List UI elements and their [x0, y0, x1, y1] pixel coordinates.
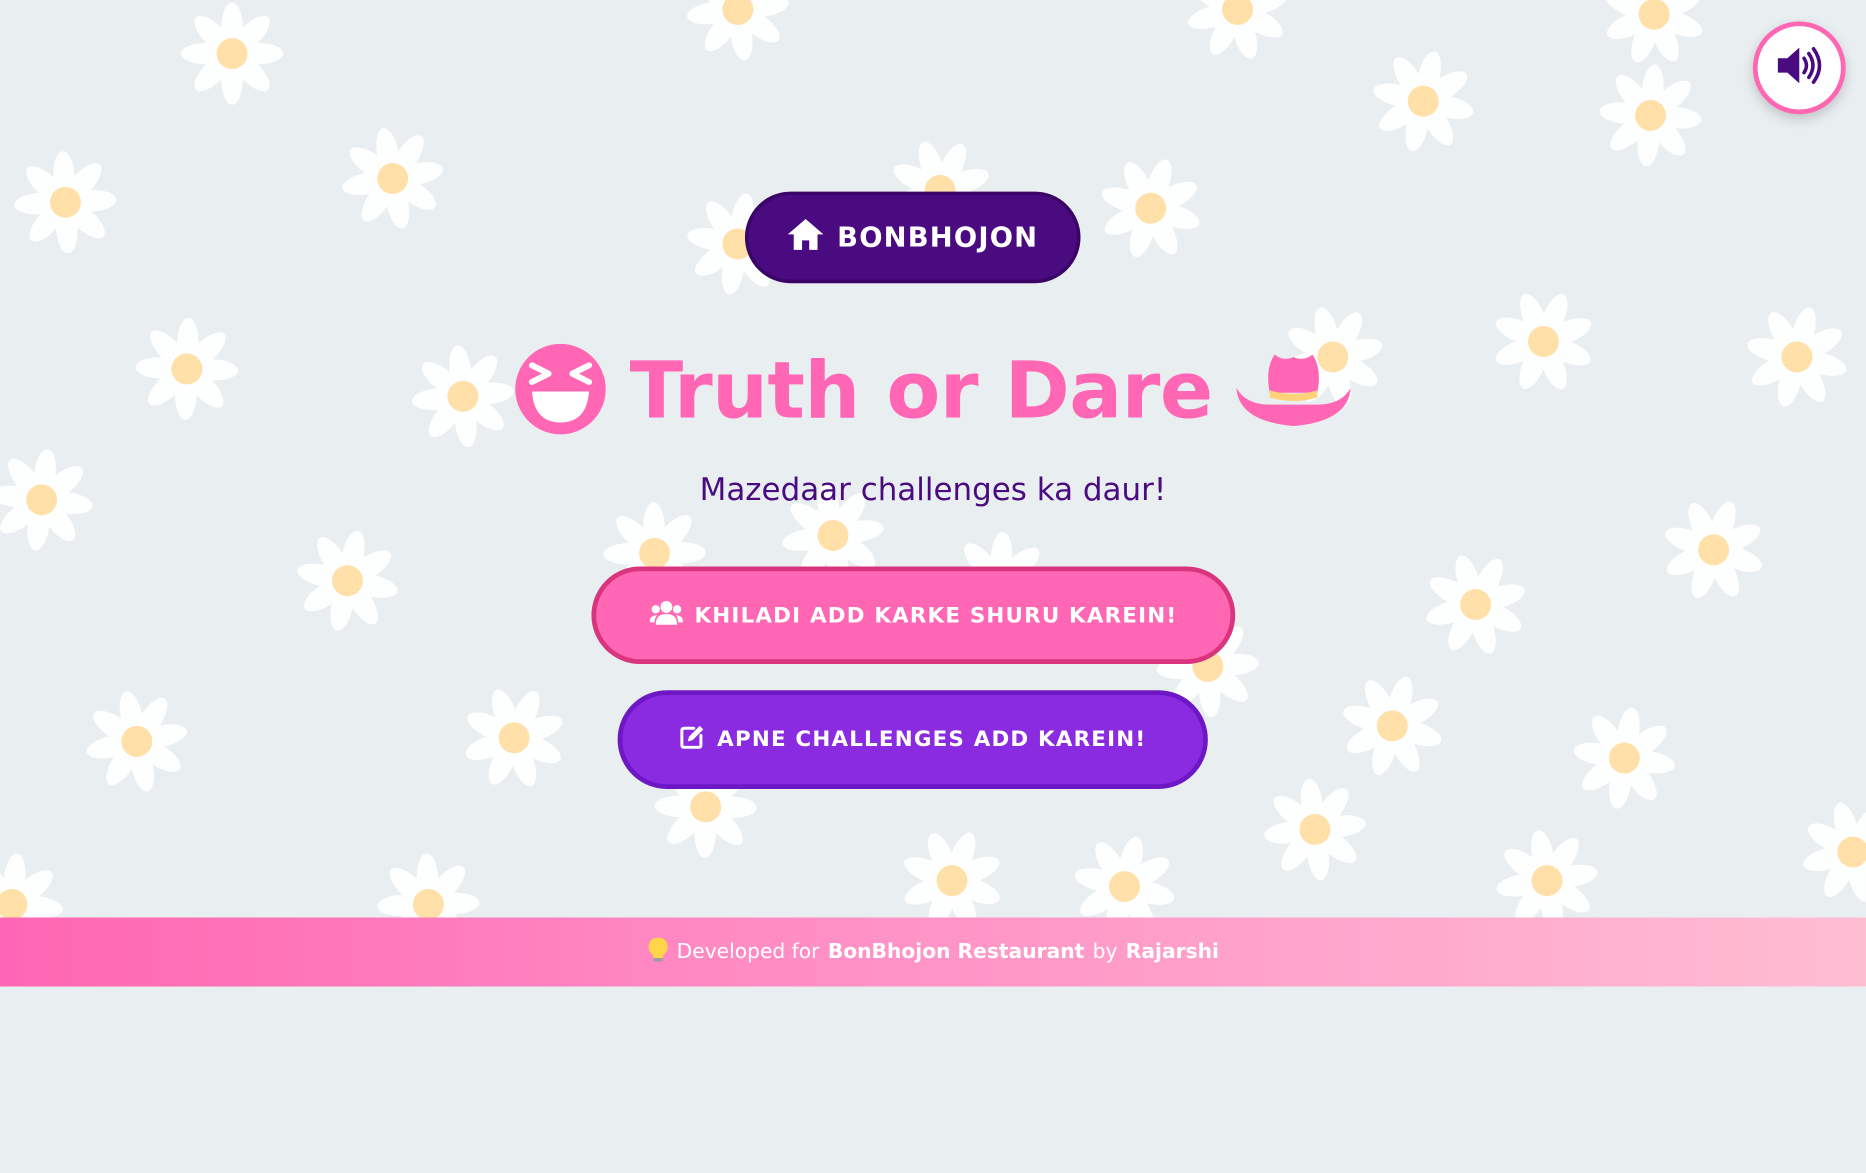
cowboy-hat-icon	[1234, 350, 1353, 433]
lightbulb-icon	[647, 936, 668, 968]
sound-toggle-button[interactable]	[1752, 21, 1846, 115]
add-challenges-label: APNE CHALLENGES ADD KAREIN!	[717, 727, 1147, 753]
home-icon	[787, 217, 825, 257]
daisy-flower	[1426, 555, 1525, 654]
footer-prefix: Developed for	[676, 940, 820, 964]
add-challenges-button[interactable]: APNE CHALLENGES ADD KAREIN!	[617, 690, 1208, 789]
add-players-button[interactable]: KHILADI ADD KARKE SHURU KAREIN!	[591, 566, 1236, 665]
page-subtitle: Mazedaar challenges ka daur!	[699, 472, 1167, 509]
footer-author: Rajarshi	[1125, 940, 1219, 964]
daisy-flower	[687, 0, 789, 61]
add-players-label: KHILADI ADD KARKE SHURU KAREIN!	[694, 602, 1178, 628]
footer-restaurant: BonBhojon Restaurant	[827, 940, 1085, 964]
daisy-flower	[297, 530, 398, 631]
daisy-flower	[1264, 778, 1366, 881]
footer-by: by	[1092, 940, 1118, 964]
daisy-flower	[86, 691, 188, 792]
daisy-flower	[1343, 676, 1442, 776]
daisy-flower	[1373, 51, 1474, 152]
daisy-flower	[342, 128, 444, 229]
title-text: Truth or Dare	[629, 345, 1213, 437]
home-button[interactable]: BONBHOJON	[744, 191, 1081, 284]
volume-icon	[1775, 45, 1823, 90]
footer: Developed for BonBhojon Restaurant by Ra…	[0, 917, 1866, 987]
daisy-flower	[1101, 159, 1200, 258]
users-icon	[649, 599, 683, 631]
daisy-flower	[180, 2, 284, 105]
app-root: BONBHOJON Truth or Dare Mazedaar challen…	[0, 0, 1866, 1173]
daisy-flower	[14, 151, 117, 254]
page-title: Truth or Dare	[0, 336, 1866, 448]
daisy-flower	[1599, 64, 1702, 167]
daisy-flower	[465, 689, 563, 787]
laughing-face-icon	[513, 342, 608, 442]
daisy-flower	[1803, 802, 1866, 902]
daisy-flower	[1573, 707, 1675, 809]
edit-icon	[679, 724, 705, 756]
home-button-label: BONBHOJON	[837, 221, 1039, 253]
daisy-flower	[1188, 0, 1287, 59]
